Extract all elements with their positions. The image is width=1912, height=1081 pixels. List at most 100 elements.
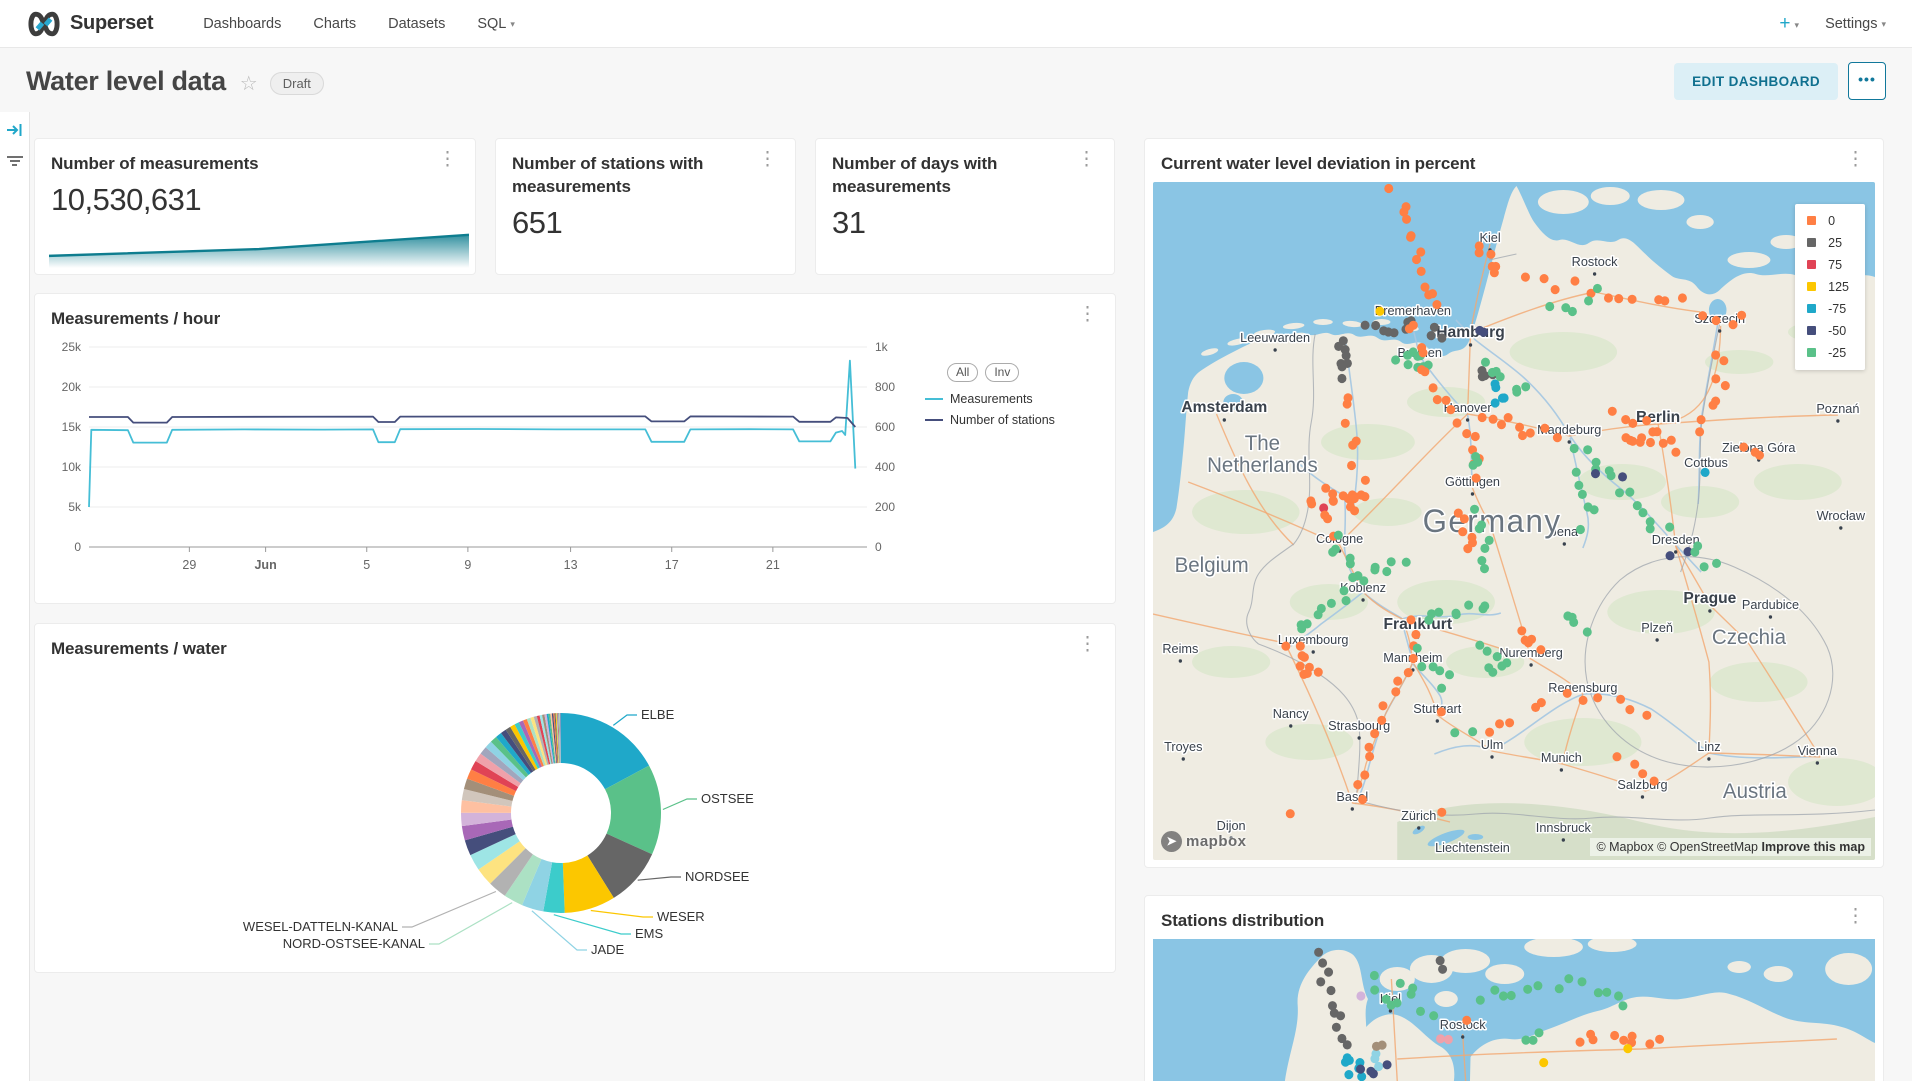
- chevron-down-icon: ▾: [1881, 19, 1886, 30]
- svg-text:Leeuwarden: Leeuwarden: [1240, 330, 1310, 345]
- svg-text:NORDSEE: NORDSEE: [685, 869, 750, 884]
- dashboard-header: Water level data ☆ Draft EDIT DASHBOARD …: [0, 48, 1912, 112]
- brand-name: Superset: [70, 12, 153, 35]
- kpi-card-days: Number of days with measurements 31: [815, 138, 1115, 275]
- svg-text:Belgium: Belgium: [1175, 554, 1249, 577]
- kpi-sparkline: [49, 222, 469, 268]
- legend-value-label: 125: [1828, 280, 1849, 294]
- map-legend-item[interactable]: 75: [1807, 258, 1849, 272]
- legend-item-stations[interactable]: Number of stations: [925, 413, 1097, 427]
- legend-color-swatch: [1807, 260, 1816, 269]
- svg-text:Wrocław: Wrocław: [1817, 508, 1866, 523]
- edit-dashboard-button[interactable]: EDIT DASHBOARD: [1674, 63, 1838, 100]
- nav-sql[interactable]: SQL▾: [477, 16, 515, 32]
- more-options-icon[interactable]: [1842, 153, 1869, 167]
- map-canvas: LeeuwardenAmsterdamTheNetherlandsBelgium…: [1153, 182, 1875, 860]
- osm-attribution-link[interactable]: © OpenStreetMap: [1657, 840, 1758, 854]
- status-badge: Draft: [270, 72, 324, 95]
- legend-all-button[interactable]: All: [947, 363, 978, 382]
- svg-text:Rostock: Rostock: [1572, 254, 1618, 269]
- legend-inv-button[interactable]: Inv: [985, 363, 1019, 382]
- map-legend-item[interactable]: -50: [1807, 324, 1849, 338]
- svg-text:Berlin: Berlin: [1636, 409, 1680, 426]
- map-legend-item[interactable]: -75: [1807, 302, 1849, 316]
- legend-color-swatch: [1807, 238, 1816, 247]
- svg-text:OSTSEE: OSTSEE: [701, 791, 754, 806]
- svg-text:Pardubice: Pardubice: [1742, 597, 1799, 612]
- legend-item-measurements[interactable]: Measurements: [925, 392, 1097, 406]
- stations-map[interactable]: KielRostock: [1153, 939, 1875, 1081]
- svg-text:Poznań: Poznań: [1816, 401, 1859, 416]
- svg-text:WESEL-DATTELN-KANAL: WESEL-DATTELN-KANAL: [243, 919, 398, 934]
- legend-color-swatch: [1807, 348, 1816, 357]
- svg-text:Munich: Munich: [1541, 750, 1582, 765]
- add-new-button[interactable]: +▾: [1779, 13, 1799, 35]
- legend-color-swatch: [1807, 326, 1816, 335]
- kpi-row: Number of measurements 10,530,631 Number…: [34, 138, 1116, 275]
- svg-text:Zürich: Zürich: [1401, 808, 1436, 823]
- chart-title: Measurements / hour: [51, 308, 220, 331]
- svg-text:Innsbruck: Innsbruck: [1536, 820, 1592, 835]
- svg-text:600: 600: [875, 420, 895, 434]
- map-legend-item[interactable]: 0: [1807, 214, 1849, 228]
- svg-text:Reims: Reims: [1162, 641, 1198, 656]
- svg-text:Cottbus: Cottbus: [1684, 455, 1728, 470]
- svg-text:Hamburg: Hamburg: [1436, 324, 1505, 341]
- measurements-hour-chart-card: Measurements / hour 005k20010k40015k6002…: [34, 293, 1116, 604]
- legend-value-label: 25: [1828, 236, 1842, 250]
- svg-text:13: 13: [564, 558, 578, 572]
- improve-map-link[interactable]: Improve this map: [1762, 840, 1866, 854]
- svg-text:JADE: JADE: [591, 942, 625, 957]
- nav-dashboards[interactable]: Dashboards: [203, 16, 281, 32]
- deviation-map[interactable]: LeeuwardenAmsterdamTheNetherlandsBelgium…: [1153, 182, 1875, 860]
- map-legend-item[interactable]: -25: [1807, 346, 1849, 360]
- superset-logo[interactable]: Superset: [26, 11, 153, 37]
- svg-text:15k: 15k: [62, 420, 82, 434]
- deviation-map-card: Current water level deviation in percent…: [1144, 138, 1884, 868]
- chart-title: Measurements / water: [51, 638, 227, 661]
- svg-text:Czechia: Czechia: [1712, 626, 1787, 649]
- map-legend-item[interactable]: 125: [1807, 280, 1849, 294]
- svg-text:10k: 10k: [62, 460, 82, 474]
- svg-text:Nancy: Nancy: [1273, 706, 1310, 721]
- dashboard-more-button[interactable]: •••: [1848, 62, 1886, 100]
- filter-icon[interactable]: [6, 154, 24, 168]
- page-title: Water level data: [26, 66, 226, 97]
- svg-text:ELBE: ELBE: [641, 707, 675, 722]
- mapbox-logo-icon: ➤: [1161, 831, 1182, 852]
- svg-text:Plzeň: Plzeň: [1641, 620, 1673, 635]
- svg-text:Salzburg: Salzburg: [1617, 777, 1667, 792]
- top-navbar: Superset Dashboards Charts Datasets SQL▾…: [0, 0, 1912, 48]
- map-legend-item[interactable]: 25: [1807, 236, 1849, 250]
- legend-value-label: 75: [1828, 258, 1842, 272]
- more-options-icon[interactable]: [1073, 153, 1100, 167]
- more-options-icon[interactable]: [754, 153, 781, 167]
- svg-text:800: 800: [875, 380, 895, 394]
- nav-charts[interactable]: Charts: [313, 16, 356, 32]
- kpi-value: 10,530,631: [35, 176, 475, 218]
- kpi-value: 31: [816, 199, 1114, 241]
- nav-datasets[interactable]: Datasets: [388, 16, 445, 32]
- svg-text:5k: 5k: [68, 500, 82, 514]
- svg-text:400: 400: [875, 460, 895, 474]
- line-chart: 005k20010k40015k60020k80025k1k29Jun59131…: [37, 335, 925, 587]
- expand-filter-bar-icon[interactable]: [6, 122, 23, 138]
- svg-text:Netherlands: Netherlands: [1207, 454, 1318, 477]
- svg-text:21: 21: [766, 558, 780, 572]
- svg-text:0: 0: [875, 540, 882, 554]
- more-options-icon[interactable]: [1074, 308, 1101, 322]
- more-options-icon[interactable]: [1074, 638, 1101, 652]
- superset-infinity-icon: [26, 11, 62, 37]
- svg-text:1k: 1k: [875, 340, 889, 354]
- chart-title: Number of stations with measurements: [512, 153, 754, 199]
- legend-value-label: -50: [1828, 324, 1846, 338]
- chart-title: Number of days with measurements: [832, 153, 1073, 199]
- more-options-icon[interactable]: [1842, 910, 1869, 924]
- mapbox-attribution-link[interactable]: © Mapbox: [1596, 840, 1653, 854]
- svg-text:Troyes: Troyes: [1164, 739, 1202, 754]
- more-options-icon[interactable]: [434, 153, 461, 167]
- favorite-star-icon[interactable]: ☆: [240, 71, 258, 96]
- mapbox-logo[interactable]: ➤ mapbox: [1161, 831, 1247, 852]
- chart-title: Stations distribution: [1161, 910, 1324, 933]
- settings-menu[interactable]: Settings▾: [1825, 16, 1886, 32]
